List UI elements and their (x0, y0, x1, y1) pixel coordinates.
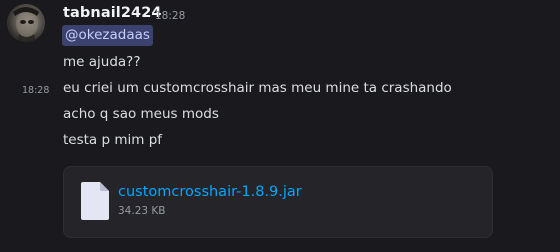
hover-timestamp[interactable]: 18:28 (22, 85, 49, 96)
file-attachment[interactable]: customcrosshair-1.8.9.jar 34.23 KB (63, 166, 493, 238)
attachment-filename-link[interactable]: customcrosshair-1.8.9.jar (118, 184, 302, 200)
message-line: testa p mim pf (63, 132, 163, 148)
author-username[interactable]: tabnail2424 (63, 5, 162, 21)
avatar[interactable] (7, 4, 45, 42)
message-line: eu criei um customcrosshair mas meu mine… (63, 80, 452, 96)
avatar-image-icon (13, 7, 39, 42)
message-timestamp[interactable]: 18:28 (155, 10, 185, 22)
message-line: acho q sao meus mods (63, 106, 219, 122)
attachment-filesize: 34.23 KB (118, 205, 166, 217)
message-line: me ajuda?? (63, 54, 141, 70)
user-mention[interactable]: @okezadaas (62, 25, 153, 46)
chat-message: tabnail2424 18:28 @okezadaas me ajuda?? … (0, 0, 560, 252)
file-icon (80, 181, 110, 221)
